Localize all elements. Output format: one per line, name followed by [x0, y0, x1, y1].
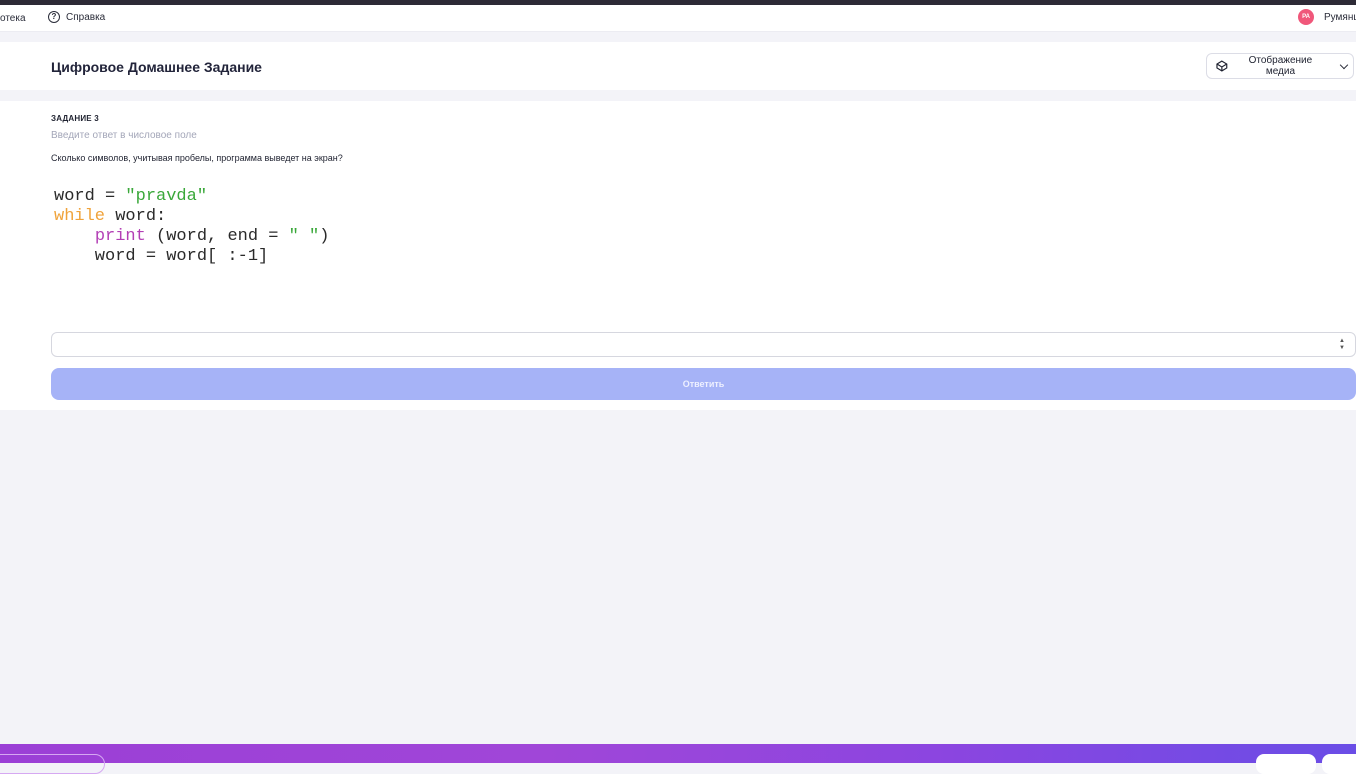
- question-circle-icon: ?: [48, 11, 60, 23]
- top-navigation: отека ? Справка РА Румянц: [0, 5, 1356, 32]
- avatar: РА: [1298, 9, 1314, 25]
- media-display-dropdown[interactable]: Отображение медиа: [1206, 53, 1354, 79]
- user-name: Румянц: [1324, 11, 1356, 23]
- bottom-bar: [0, 744, 1356, 774]
- submit-answer-button[interactable]: Ответить: [51, 368, 1356, 400]
- task-question: Сколько символов, учитывая пробелы, прог…: [51, 153, 343, 163]
- nav-library-link[interactable]: отека: [0, 13, 26, 24]
- user-menu[interactable]: РА Румянц: [1298, 9, 1356, 25]
- answer-input[interactable]: [52, 333, 1355, 356]
- number-spinner[interactable]: ▲ ▼: [1339, 338, 1345, 352]
- code-snippet: word = "pravda" while word: print (word,…: [54, 187, 329, 267]
- nav-help-label: Справка: [66, 11, 106, 23]
- nav-help-link[interactable]: ? Справка: [48, 11, 105, 23]
- task-card: ЗАДАНИЕ 3 Введите ответ в числовое поле …: [0, 101, 1356, 410]
- code-line-3: print (word, end = " "): [94, 227, 330, 246]
- bottom-left-button[interactable]: [0, 754, 105, 774]
- code-line-1: word = "pravda": [54, 187, 208, 206]
- task-hint: Введите ответ в числовое поле: [51, 130, 197, 141]
- bottom-right-button-1[interactable]: [1256, 754, 1316, 774]
- bottom-right-button-2[interactable]: [1322, 754, 1356, 774]
- answer-number-field[interactable]: ▲ ▼: [51, 332, 1356, 357]
- task-number-label: ЗАДАНИЕ 3: [51, 114, 99, 123]
- media-display-label: Отображение медиа: [1248, 55, 1313, 77]
- code-line-2: while word:: [54, 207, 167, 226]
- code-line-4: word = word[ :-1]: [54, 247, 269, 266]
- page-header: Цифровое Домашнее Задание Отображение ме…: [0, 42, 1356, 90]
- page-title: Цифровое Домашнее Задание: [51, 59, 262, 75]
- box-icon: [1216, 60, 1228, 72]
- chevron-down-icon: [1339, 60, 1349, 69]
